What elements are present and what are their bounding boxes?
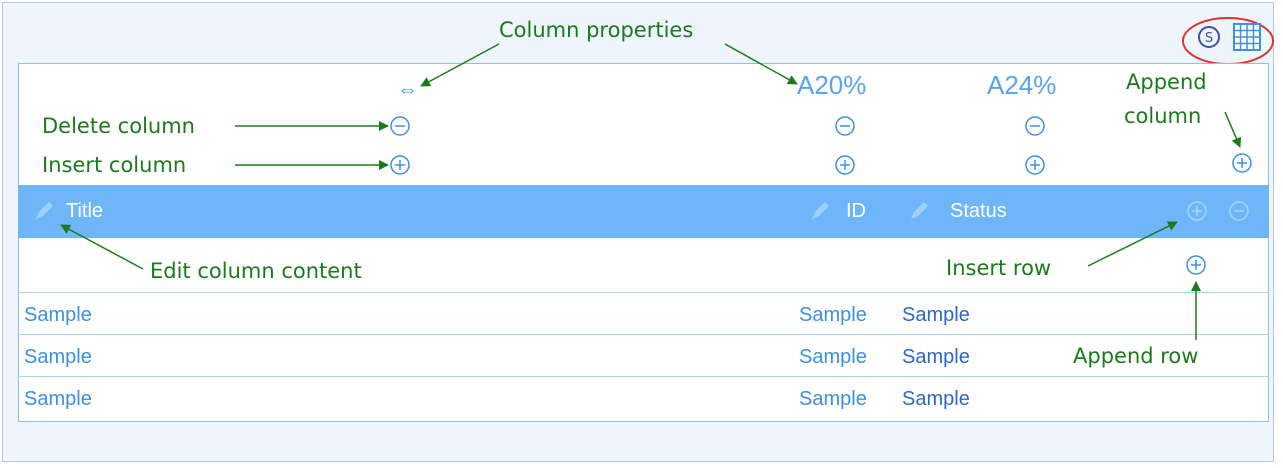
screenshot-canvas: S ⇔ A20% A24% Title ID Status Sample Sam… [0,0,1283,468]
annotation-arrows [60,43,1242,340]
